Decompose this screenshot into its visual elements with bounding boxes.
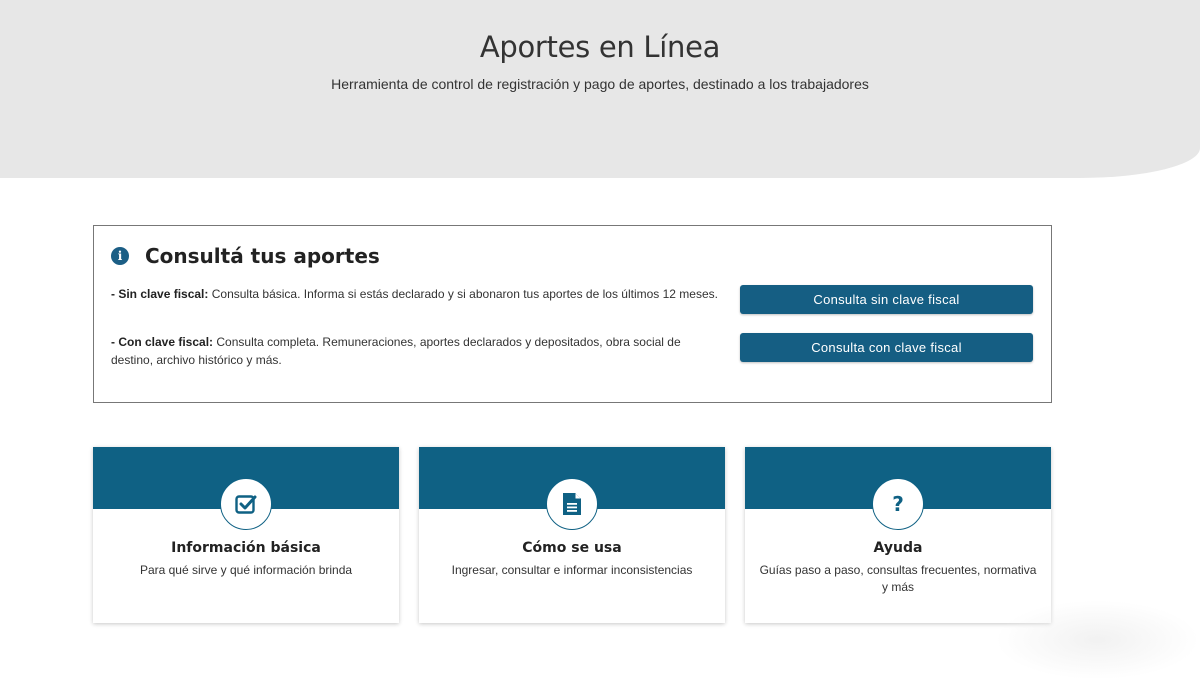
card-como-se-usa[interactable]: Cómo se usa Ingresar, consultar e inform… <box>419 447 725 623</box>
svg-text:?: ? <box>892 492 904 516</box>
consulta-title: Consultá tus aportes <box>145 244 380 268</box>
document-icon <box>546 478 598 530</box>
sin-clave-label: - Sin clave fiscal: <box>111 287 209 301</box>
card-description: Ingresar, consultar e informar inconsist… <box>451 563 693 577</box>
card-informacion-basica[interactable]: Información básica Para qué sirve y qué … <box>93 447 399 623</box>
card-title: Información básica <box>171 540 321 556</box>
hero-header: Aportes en Línea Herramienta de control … <box>0 0 1200 178</box>
decorative-fade <box>995 600 1200 680</box>
info-icon: i <box>111 247 129 265</box>
card-title: Ayuda <box>873 540 923 556</box>
consulta-heading: i Consultá tus aportes <box>111 244 380 268</box>
page-title: Aportes en Línea <box>479 30 721 64</box>
consulta-panel: i Consultá tus aportes - Sin clave fisca… <box>93 225 1052 403</box>
card-ayuda[interactable]: ? Ayuda Guías paso a paso, consultas fre… <box>745 447 1051 623</box>
page-subtitle: Herramienta de control de registración y… <box>331 76 869 92</box>
consulta-con-clave-button[interactable]: Consulta con clave fiscal <box>740 333 1033 362</box>
sin-clave-description: - Sin clave fiscal: Consulta básica. Inf… <box>111 285 721 303</box>
card-title: Cómo se usa <box>522 540 622 556</box>
sin-clave-text: Consulta básica. Informa si estás declar… <box>208 287 718 301</box>
card-description: Guías paso a paso, consultas frecuentes,… <box>759 563 1037 594</box>
con-clave-label: - Con clave fiscal: <box>111 335 214 349</box>
question-icon: ? <box>872 478 924 530</box>
card-description: Para qué sirve y qué información brinda <box>139 563 353 577</box>
con-clave-description: - Con clave fiscal: Consulta completa. R… <box>111 333 721 369</box>
checkbox-icon <box>220 478 272 530</box>
consulta-sin-clave-button[interactable]: Consulta sin clave fiscal <box>740 285 1033 314</box>
